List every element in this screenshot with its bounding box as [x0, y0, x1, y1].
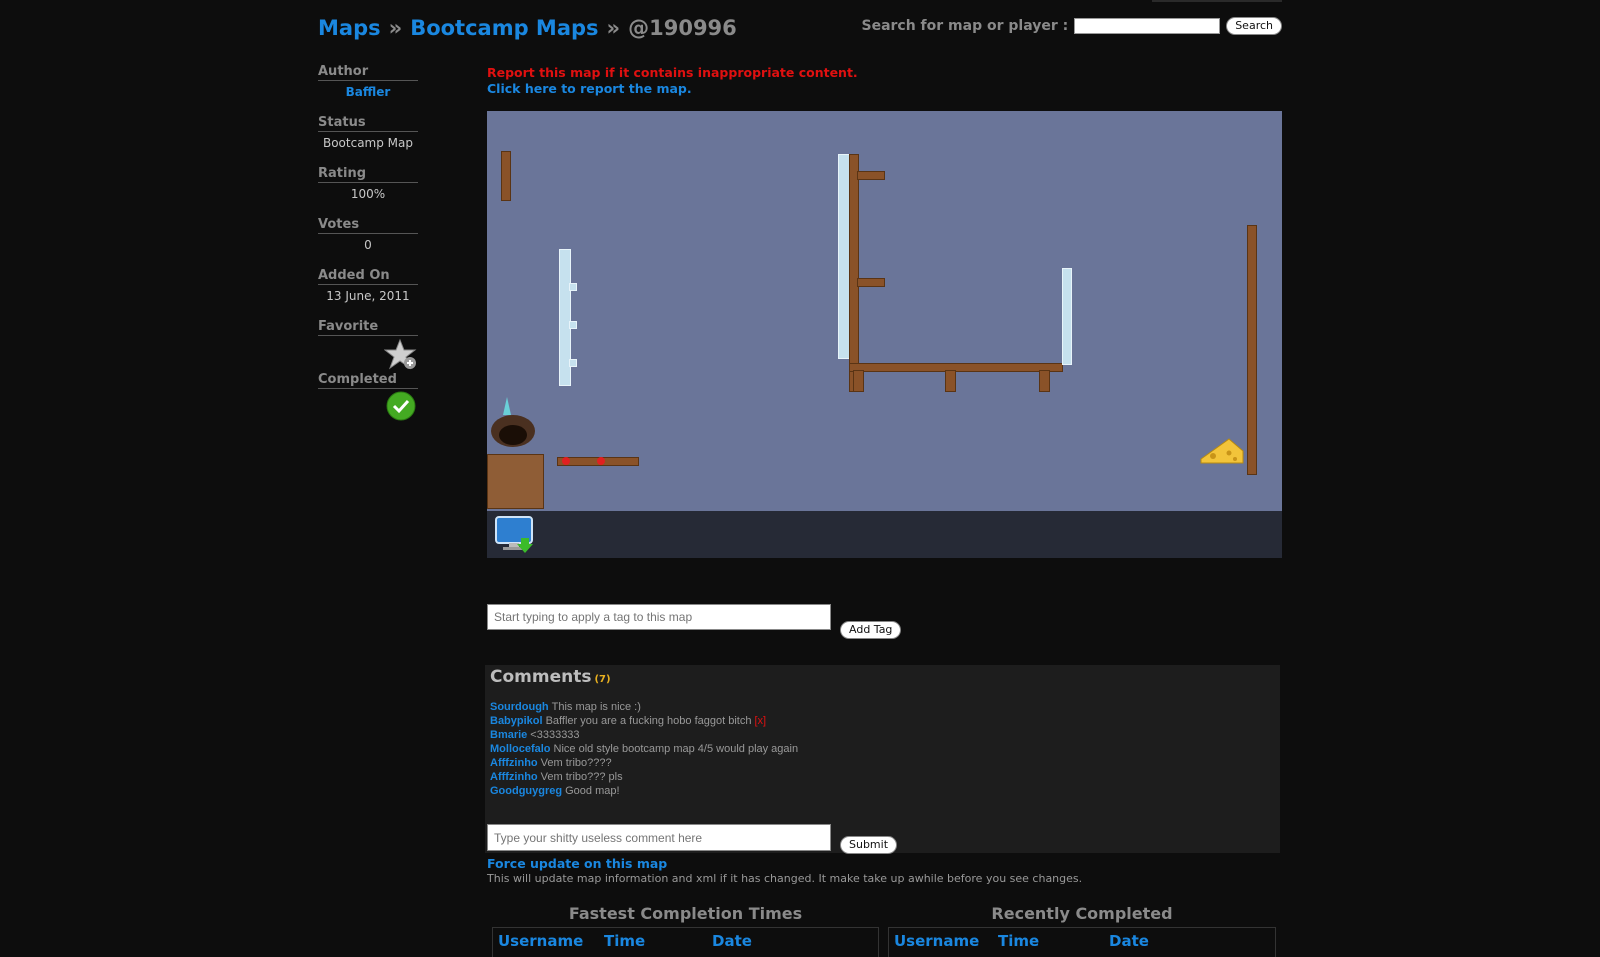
favorite-star-icon[interactable]	[384, 338, 418, 372]
breadcrumb-separator: »	[388, 16, 403, 40]
favorite-label: Favorite	[318, 319, 418, 336]
report-map-link[interactable]: Click here to report the map.	[487, 81, 858, 97]
comment-user-link[interactable]: Bmarie	[490, 729, 527, 741]
recently-completed-header: Username Time Date	[888, 927, 1276, 957]
rating-label: Rating	[318, 166, 418, 183]
column-header-date[interactable]: Date	[712, 932, 752, 957]
submit-comment-button[interactable]: Submit	[840, 836, 898, 854]
map-wood-plank	[1247, 225, 1257, 475]
force-update-link[interactable]: Force update on this map	[487, 856, 667, 871]
column-header-time[interactable]: Time	[604, 932, 712, 957]
comment-text: <3333333	[530, 729, 580, 741]
map-wood-peg	[857, 171, 885, 180]
comment-user-link[interactable]: Mollocefalo	[490, 743, 551, 755]
fastest-times-header: Username Time Date	[492, 927, 879, 957]
comment-item: Afffzinho Vem tribo????	[490, 756, 798, 770]
breadcrumb: Maps » Bootcamp Maps » @190996	[318, 16, 737, 40]
recently-completed-table: Recently Completed Username Time Date	[888, 904, 1276, 957]
fastest-times-title: Fastest Completion Times	[568, 904, 803, 923]
map-ice-nail	[569, 321, 577, 329]
map-wood-peg	[857, 278, 885, 287]
status-value: Bootcamp Map	[322, 136, 414, 150]
column-header-username[interactable]: Username	[894, 932, 998, 957]
comments-heading: Comments (7)	[490, 667, 611, 687]
force-update-description: This will update map information and xml…	[487, 872, 1083, 885]
add-tag-button[interactable]: Add Tag	[840, 621, 902, 639]
comments-count: (7)	[594, 674, 611, 685]
map-nail	[562, 457, 570, 465]
column-header-time[interactable]: Time	[998, 932, 1109, 957]
comment-user-link[interactable]: Goodguygreg	[490, 785, 562, 797]
tag-input[interactable]	[487, 604, 831, 630]
report-warning: Report this map if it contains inappropr…	[487, 65, 858, 80]
cheese-icon	[1200, 438, 1244, 464]
recently-completed-title: Recently Completed	[991, 904, 1173, 923]
map-wood-leg	[1039, 370, 1050, 392]
comment-item: Goodguygreg Good map!	[490, 784, 798, 798]
mouse-hole-icon	[491, 397, 535, 447]
report-notice: Report this map if it contains inappropr…	[487, 65, 858, 97]
map-ice-nail	[569, 359, 577, 367]
map-nail	[597, 457, 605, 465]
search-button[interactable]: Search	[1226, 17, 1282, 35]
delete-comment-link[interactable]: [x]	[754, 715, 766, 727]
breadcrumb-current: @190996	[628, 16, 737, 40]
comment-text: Vem tribo??? pls	[540, 771, 623, 783]
comment-text: Nice old style bootcamp map 4/5 would pl…	[553, 743, 799, 755]
comment-item: Bmarie <3333333	[490, 728, 798, 742]
completed-check-icon	[386, 391, 416, 421]
breadcrumb-maps-link[interactable]: Maps	[318, 16, 381, 40]
comment-item: Mollocefalo Nice old style bootcamp map 4…	[490, 742, 798, 756]
top-divider	[1152, 0, 1282, 2]
rating-value: 100%	[350, 187, 386, 201]
comment-text: Good map!	[565, 785, 620, 797]
breadcrumb-separator: »	[606, 16, 621, 40]
map-ice-nail	[569, 283, 577, 291]
comment-list: Sourdough This map is nice :) Babypikol Ba…	[490, 700, 798, 798]
favorite-row	[318, 336, 418, 372]
added-on-value: 13 June, 2011	[326, 289, 410, 303]
comment-item: Sourdough This map is nice :)	[490, 700, 798, 714]
added-on-label: Added On	[318, 268, 418, 285]
map-ground-block	[487, 454, 544, 509]
map-wood-leg	[945, 370, 956, 392]
comment-text: Baffler you are a fucking hobo faggot bi…	[545, 715, 752, 727]
map-wood-plank	[501, 151, 511, 201]
comment-user-link[interactable]: Sourdough	[490, 701, 549, 713]
comment-item: Babypikol Baffler you are a fucking hobo …	[490, 714, 798, 728]
comment-user-link[interactable]: Afffzinho	[490, 771, 538, 783]
map-ice-plank	[1062, 268, 1072, 365]
comment-text: Vem tribo????	[540, 757, 612, 769]
search-bar: Search for map or player : Search	[861, 17, 1282, 35]
fastest-times-table: Fastest Completion Times Username Time D…	[492, 904, 879, 957]
column-header-username[interactable]: Username	[498, 932, 604, 957]
author-label: Author	[318, 64, 418, 81]
download-map-icon[interactable]	[495, 516, 535, 554]
breadcrumb-bootcamp-link[interactable]: Bootcamp Maps	[410, 16, 598, 40]
status-label: Status	[318, 115, 418, 132]
search-input[interactable]	[1074, 18, 1221, 34]
author-link[interactable]: Baffler	[318, 85, 418, 115]
map-preview	[487, 111, 1282, 558]
map-wood-plank	[849, 363, 1063, 372]
map-info-sidebar: Author Baffler Status Bootcamp Map Ratin…	[318, 64, 418, 423]
column-header-date[interactable]: Date	[1109, 932, 1149, 957]
comment-user-link[interactable]: Babypikol	[490, 715, 543, 727]
votes-label: Votes	[318, 217, 418, 234]
comment-user-link[interactable]: Afffzinho	[490, 757, 538, 769]
comment-item: Afffzinho Vem tribo??? pls	[490, 770, 798, 784]
votes-value: 0	[364, 238, 372, 252]
comments-title: Comments	[490, 667, 592, 687]
completed-label: Completed	[318, 372, 418, 389]
comment-input[interactable]	[487, 824, 831, 851]
comment-text: This map is nice :)	[551, 701, 641, 713]
search-label: Search for map or player :	[861, 18, 1069, 34]
map-preview-footer	[487, 511, 1282, 558]
completed-row	[318, 389, 418, 423]
map-wood-plank	[849, 154, 859, 392]
map-wood-leg	[853, 370, 864, 392]
